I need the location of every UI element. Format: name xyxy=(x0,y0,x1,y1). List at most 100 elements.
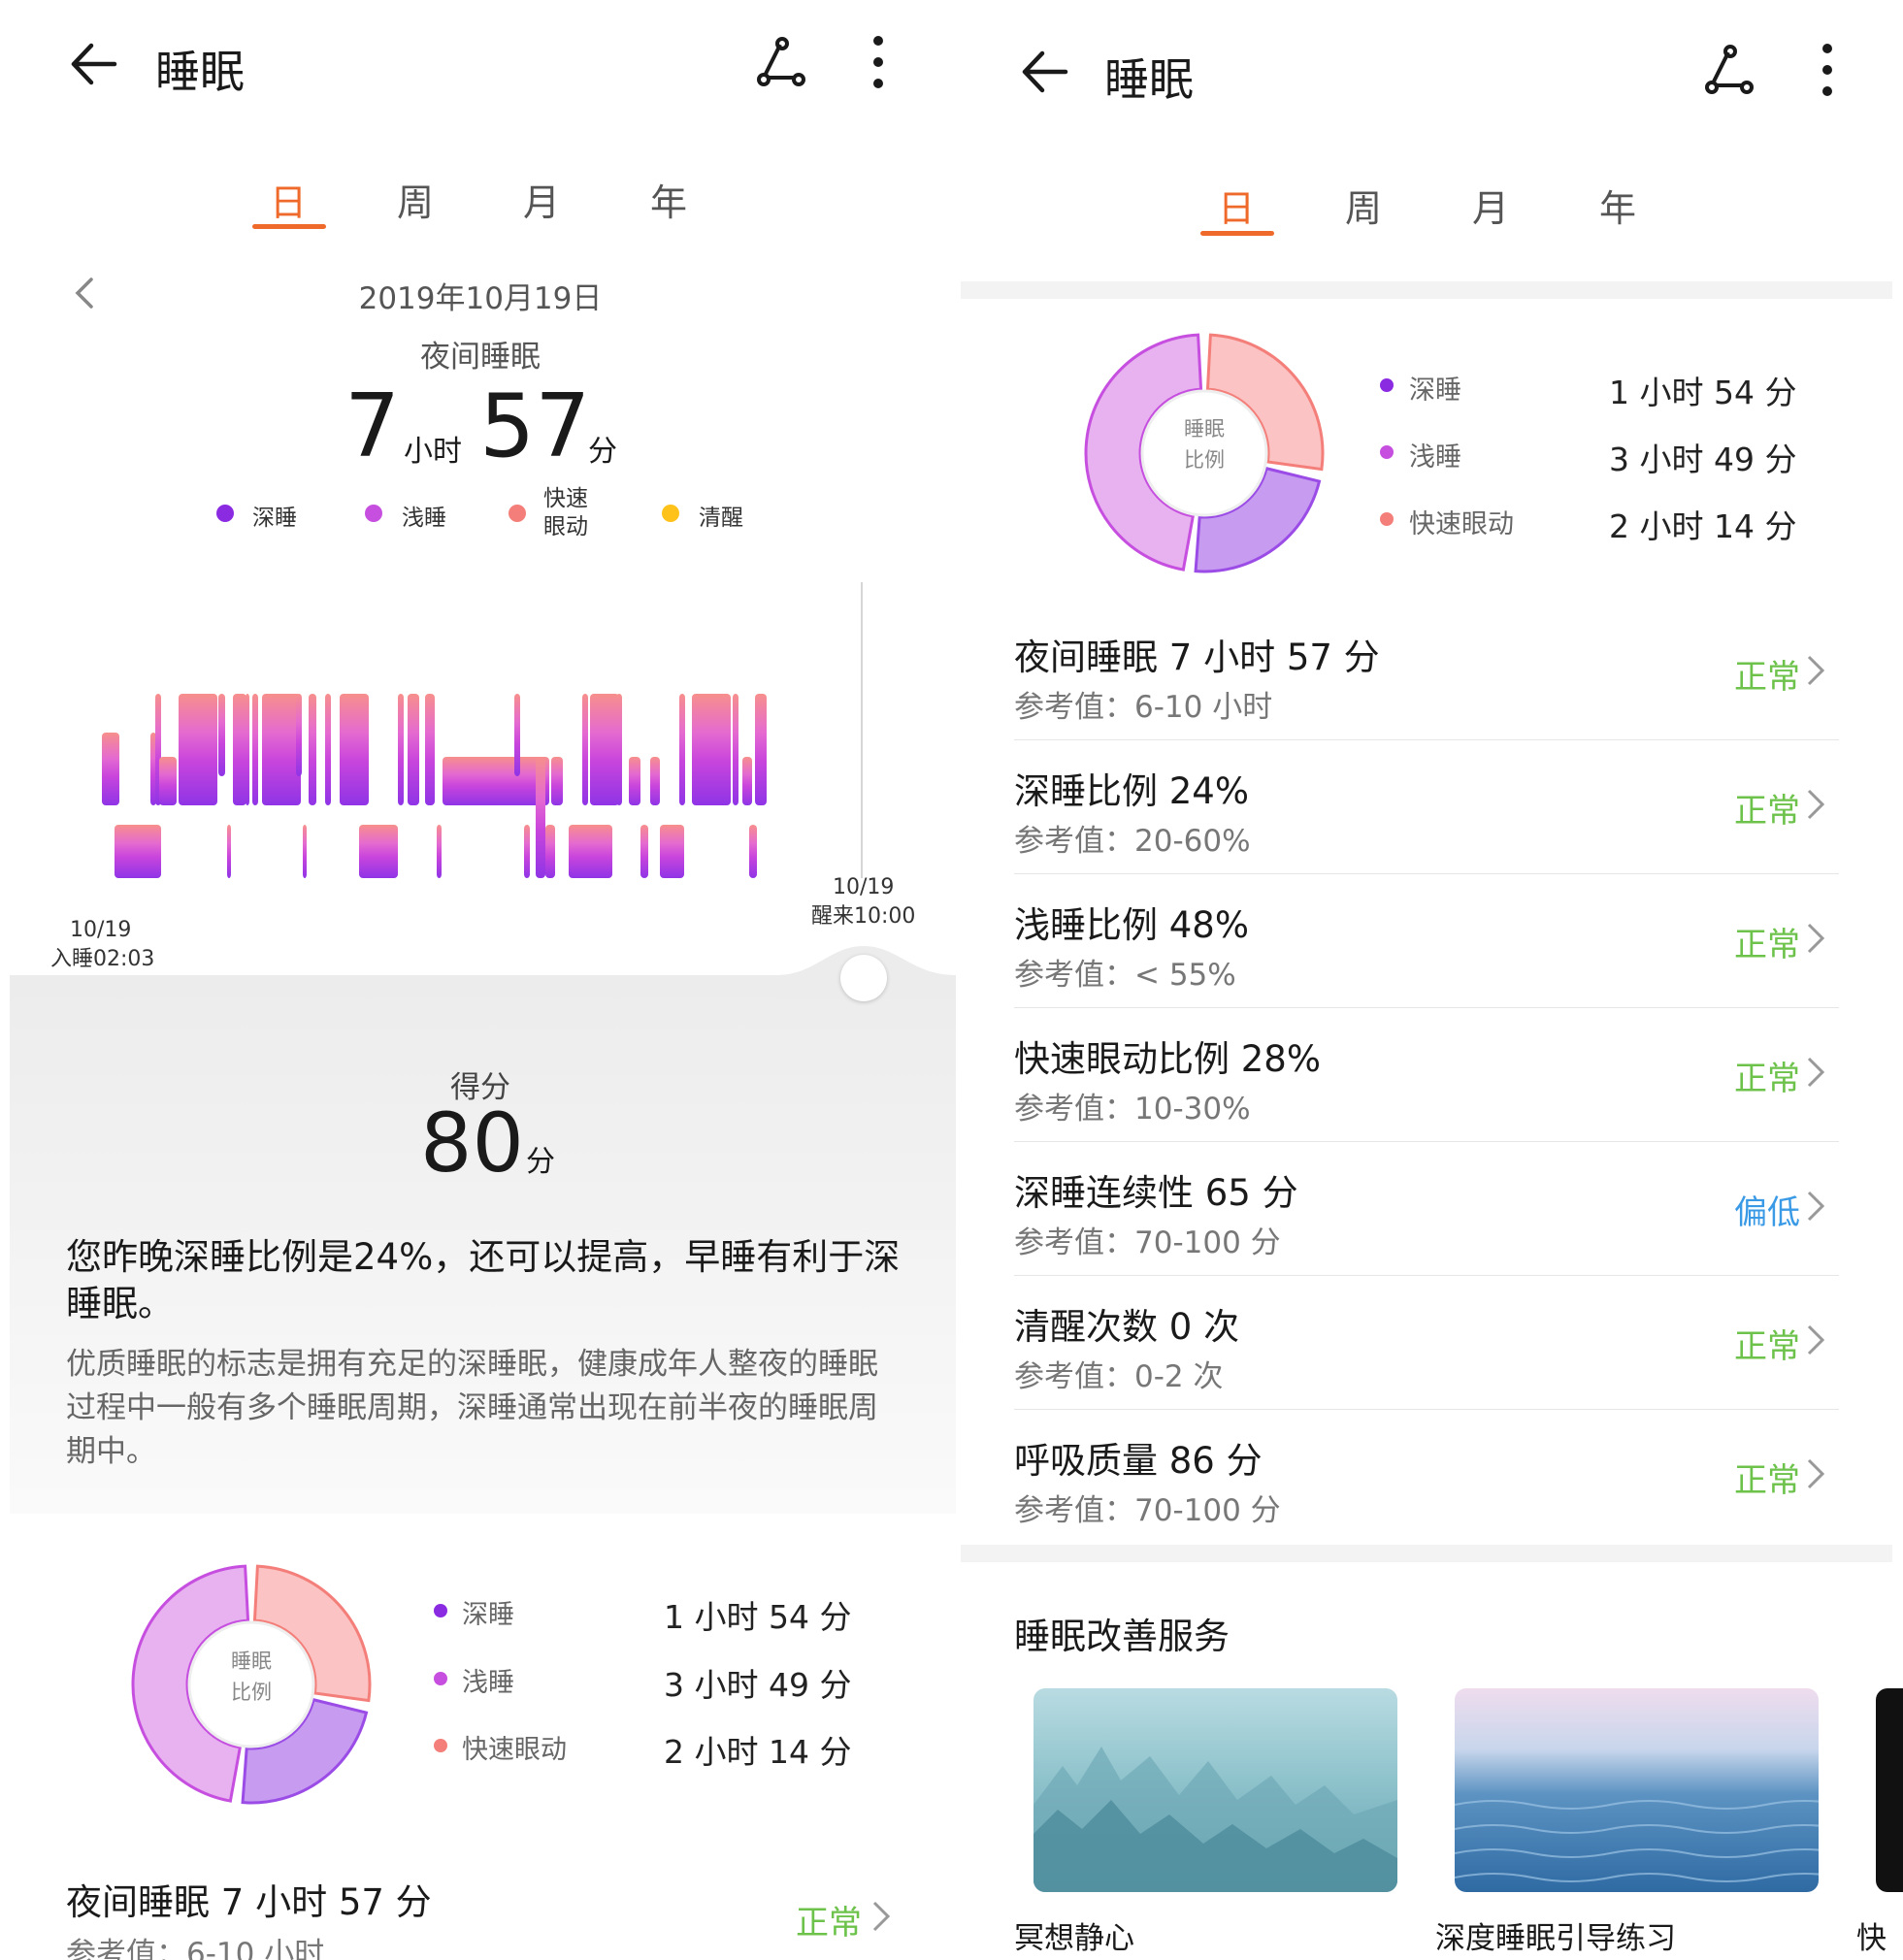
sleep-stage-bar xyxy=(733,694,738,805)
legend-dot-rem xyxy=(509,505,526,522)
donut-center-line1: 睡眠 xyxy=(231,1650,272,1673)
stat-label-deep: 深睡 xyxy=(462,1600,514,1630)
metric-status: 正常 xyxy=(1734,658,1800,697)
share-icon[interactable] xyxy=(753,37,811,91)
chevron-right-icon xyxy=(1806,654,1825,691)
services-title: 睡眠改善服务 xyxy=(1014,1616,1230,1657)
sleep-stage-bar xyxy=(115,825,161,878)
tab-week[interactable]: 周 xyxy=(377,173,454,226)
stat-label-deep: 深睡 xyxy=(1409,376,1461,406)
metric-row[interactable]: 深睡连续性 65 分参考值：70-100 分 偏低 xyxy=(1014,1142,1839,1276)
metric-row[interactable]: 浅睡比例 48% 参考值：< 55% 正常 xyxy=(1014,874,1839,1008)
metric-status: 正常 xyxy=(1734,1327,1800,1366)
timeline-scrubber-handle[interactable] xyxy=(840,955,887,1001)
metric-status: 正常 xyxy=(1734,792,1800,831)
service-label: 冥想静心 xyxy=(1014,1921,1134,1956)
chevron-right-icon xyxy=(1806,1323,1825,1360)
sleep-stage-bar xyxy=(437,825,442,878)
tab-week[interactable]: 周 xyxy=(1325,179,1402,232)
score-value: 80 xyxy=(420,1095,524,1191)
timeline-start-date: 10/19 xyxy=(70,918,132,942)
metric-reference: 参考值：70-100 分 xyxy=(1014,1493,1281,1528)
tab-month[interactable]: 月 xyxy=(503,173,580,226)
tab-day[interactable]: 日 xyxy=(1198,179,1275,232)
sleep-stage-bar xyxy=(102,733,119,805)
minute-unit: 分 xyxy=(588,435,617,469)
stat-dot-light xyxy=(1380,445,1394,459)
stat-label-rem: 快速眼动 xyxy=(1409,509,1514,539)
metric-status: 正常 xyxy=(1734,926,1800,964)
stat-dot-rem xyxy=(1380,512,1394,526)
stat-label-rem: 快速眼动 xyxy=(462,1735,567,1765)
advice-headline: 您昨晚深睡比例是24%，还可以提高，早睡有利于深睡眠。 xyxy=(66,1236,901,1324)
stat-value-deep: 1 小时 54 分 xyxy=(664,1598,852,1636)
metric-row[interactable]: 夜间睡眠 7 小时 57 分参考值：6-10 小时 正常 xyxy=(1014,606,1839,740)
back-arrow-icon[interactable] xyxy=(1017,43,1075,101)
chevron-right-icon xyxy=(1806,1457,1825,1494)
legend-dot-light xyxy=(365,505,382,522)
stat-dot-rem xyxy=(434,1739,447,1752)
service-card-partial[interactable] xyxy=(1876,1688,1903,1892)
right-screen: 睡眠 日 周 月 年 睡眠 比例 深睡 1 小时 54 分 浅睡 3 小时 49… xyxy=(961,0,1903,1960)
stat-label-light: 浅睡 xyxy=(1409,442,1461,473)
sleep-stage-bar xyxy=(679,694,685,805)
metric-reference: 参考值：< 55% xyxy=(1014,958,1236,993)
metric-status: 正常 xyxy=(1734,1060,1800,1098)
sleep-stage-bar xyxy=(425,694,435,805)
stat-value-light: 3 小时 49 分 xyxy=(1609,441,1797,478)
date-label: 2019年10月19日 xyxy=(358,281,603,316)
metric-row[interactable]: 夜间睡眠 7 小时 57 分 参考值：6-10 小时 正常 xyxy=(0,1834,961,1960)
timeline-end-label: 醒来10:00 xyxy=(811,904,916,929)
previous-date-icon[interactable] xyxy=(70,276,99,310)
share-icon[interactable] xyxy=(1701,45,1759,99)
metric-status: 偏低 xyxy=(1734,1193,1800,1232)
metric-reference: 参考值：20-60% xyxy=(1014,824,1251,859)
metric-row[interactable]: 呼吸质量 86 分参考值：70-100 分 正常 xyxy=(1014,1410,1839,1544)
metric-row[interactable]: 快速眼动比例 28% 参考值：10-30% 正常 xyxy=(1014,1008,1839,1142)
sleep-stage-bar xyxy=(755,694,767,805)
service-label: 快 xyxy=(1856,1921,1887,1956)
sleep-stage-bar xyxy=(227,825,231,878)
page-title: 睡眠 xyxy=(1104,53,1194,106)
chevron-right-icon xyxy=(1806,1056,1825,1093)
sleep-stage-chart xyxy=(102,582,863,878)
service-card-deep-sleep[interactable] xyxy=(1455,1688,1819,1892)
chevron-right-icon xyxy=(871,1900,891,1937)
sleep-hours: 7 xyxy=(345,376,401,477)
sleep-stage-bar xyxy=(296,694,302,776)
sleep-stage-bar xyxy=(340,694,369,805)
service-card-meditation[interactable] xyxy=(1034,1688,1397,1892)
metric-title: 清醒次数 0 次 xyxy=(1014,1306,1240,1348)
tab-indicator xyxy=(1200,231,1274,236)
tab-month[interactable]: 月 xyxy=(1452,179,1529,232)
sleep-stage-bar xyxy=(551,757,563,805)
section-divider xyxy=(961,1545,1892,1562)
legend-dot-awake xyxy=(662,505,679,522)
summary-label: 夜间睡眠 xyxy=(420,340,541,375)
legend-awake: 清醒 xyxy=(699,506,743,531)
legend-light: 浅睡 xyxy=(402,506,446,531)
timeline-end-date: 10/19 xyxy=(833,875,895,899)
legend-dot-deep xyxy=(216,505,234,522)
metric-row[interactable]: 清醒次数 0 次参考值：0-2 次 正常 xyxy=(1014,1276,1839,1410)
sleep-stage-bar xyxy=(742,757,752,805)
sleep-stage-bar xyxy=(640,825,648,878)
metric-title: 浅睡比例 48% xyxy=(1014,904,1249,946)
stat-value-rem: 2 小时 14 分 xyxy=(664,1733,852,1771)
metric-row[interactable]: 深睡比例 24% 参考值：20-60% 正常 xyxy=(1014,740,1839,874)
sleep-stage-bar xyxy=(629,757,640,805)
sleep-stage-bar xyxy=(233,694,246,805)
more-options-icon[interactable] xyxy=(871,35,885,89)
tab-indicator xyxy=(252,224,326,229)
tab-year[interactable]: 年 xyxy=(1579,179,1657,232)
more-options-icon[interactable] xyxy=(1821,43,1834,97)
sleep-stage-bar xyxy=(252,694,258,805)
sleep-stage-bar xyxy=(749,825,757,878)
tab-day[interactable]: 日 xyxy=(249,173,327,226)
stat-value-deep: 1 小时 54 分 xyxy=(1609,374,1797,411)
metric-title: 深睡连续性 65 分 xyxy=(1014,1172,1298,1214)
sleep-stage-bar xyxy=(303,825,307,878)
back-arrow-icon[interactable] xyxy=(66,35,124,93)
stat-dot-light xyxy=(434,1672,447,1685)
tab-year[interactable]: 年 xyxy=(630,173,707,226)
